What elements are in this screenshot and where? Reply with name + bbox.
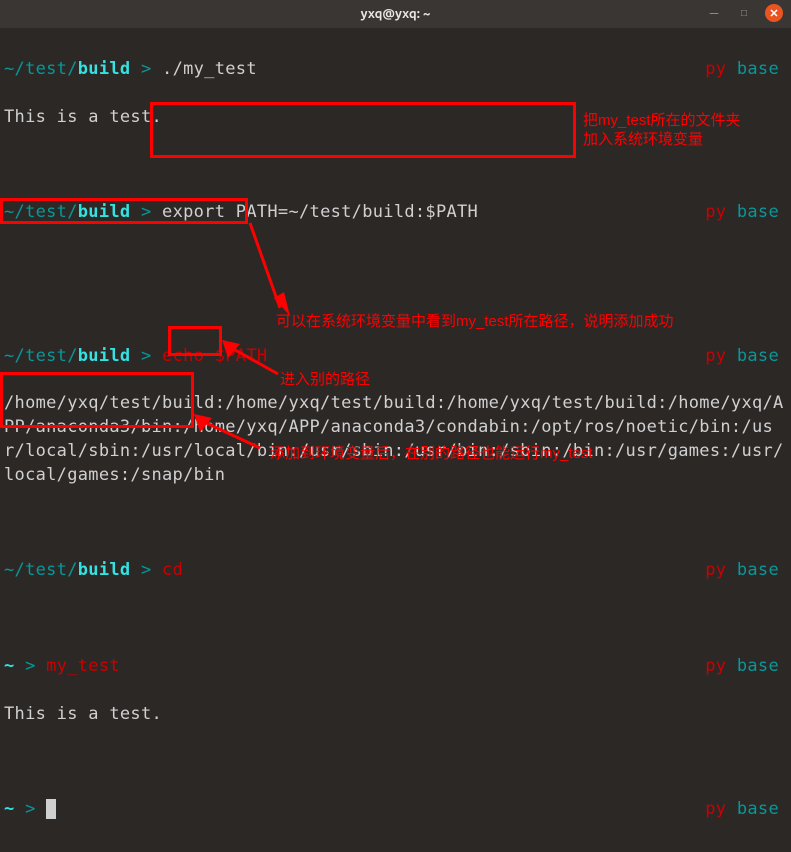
terminal-content[interactable]: ~/test/build > ./my_testpy base This is … — [0, 28, 791, 852]
cursor — [46, 799, 56, 819]
maximize-button[interactable]: □ — [735, 4, 753, 22]
prompt-line: ~/test/build > echo $PATHpy base — [4, 345, 787, 369]
prompt-line: ~ > py base — [4, 798, 787, 822]
prompt-line: ~/test/build > export PATH=~/test/build:… — [4, 201, 787, 225]
minimize-button[interactable]: ─ — [705, 4, 723, 22]
window-titlebar: yxq@yxq: ~ ─ □ ✕ — [0, 0, 791, 28]
window-controls: ─ □ ✕ — [705, 4, 783, 22]
output-line: This is a test. — [4, 106, 787, 130]
prompt-line: ~/test/build > ./my_testpy base — [4, 58, 787, 82]
prompt-line: ~/test/build > cdpy base — [4, 559, 787, 583]
prompt-line: ~ > my_testpy base — [4, 655, 787, 679]
close-button[interactable]: ✕ — [765, 4, 783, 22]
output-line: This is a test. — [4, 703, 787, 727]
window-title: yxq@yxq: ~ — [361, 7, 431, 21]
output-line: /home/yxq/test/build:/home/yxq/test/buil… — [4, 392, 787, 487]
